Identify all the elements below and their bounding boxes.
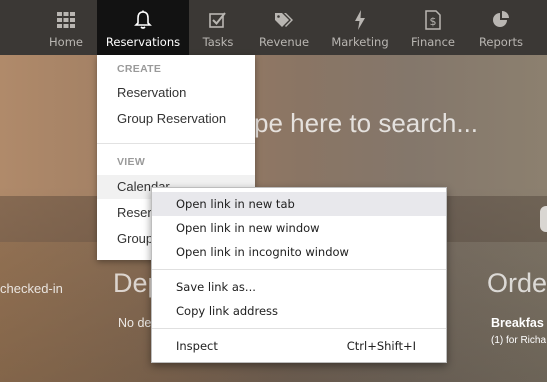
ctx-inspect-shortcut: Ctrl+Shift+I bbox=[346, 339, 416, 353]
nav-revenue-label: Revenue bbox=[258, 35, 310, 49]
nav-home[interactable]: Home bbox=[40, 0, 92, 55]
search-placeholder[interactable]: pe here to search... bbox=[254, 108, 478, 139]
top-navigation: Home Reservations Tasks Revenue Marketin… bbox=[0, 0, 547, 55]
tags-icon bbox=[274, 10, 294, 30]
no-departures-text: No de bbox=[118, 316, 152, 330]
nav-finance[interactable]: $ Finance bbox=[408, 0, 458, 55]
dollar-doc-icon: $ bbox=[425, 10, 441, 30]
ctx-divider bbox=[152, 328, 446, 329]
nav-tasks-label: Tasks bbox=[202, 35, 234, 49]
nav-finance-label: Finance bbox=[411, 35, 455, 49]
nav-home-label: Home bbox=[49, 35, 83, 49]
nav-revenue[interactable]: Revenue bbox=[256, 0, 312, 55]
checkbox-icon bbox=[209, 10, 227, 30]
ctx-copy-link-address[interactable]: Copy link address bbox=[152, 299, 446, 323]
svg-text:$: $ bbox=[430, 15, 437, 28]
nav-reservations[interactable]: Reservations bbox=[97, 0, 189, 55]
nav-reports[interactable]: Reports bbox=[476, 0, 526, 55]
pie-chart-icon bbox=[492, 10, 510, 30]
order-subtitle: (1) for Richa bbox=[491, 335, 547, 346]
context-menu: Open link in new tab Open link in new wi… bbox=[151, 187, 447, 363]
bolt-icon bbox=[354, 10, 366, 30]
dropdown-divider bbox=[97, 143, 255, 144]
orders-heading: Orde bbox=[487, 268, 547, 298]
menu-item-reservation[interactable]: Reservation bbox=[97, 81, 255, 105]
search-button[interactable] bbox=[540, 206, 547, 232]
ctx-open-new-tab[interactable]: Open link in new tab bbox=[152, 192, 446, 216]
order-title[interactable]: Breakfas bbox=[491, 316, 544, 330]
view-section-label: VIEW bbox=[117, 156, 146, 168]
grid-icon bbox=[57, 10, 75, 30]
bell-icon bbox=[134, 10, 152, 30]
ctx-inspect[interactable]: Inspect Ctrl+Shift+I bbox=[152, 334, 446, 358]
create-section-label: CREATE bbox=[117, 63, 162, 75]
ctx-inspect-label: Inspect bbox=[176, 339, 218, 353]
ctx-open-new-window[interactable]: Open link in new window bbox=[152, 216, 446, 240]
ctx-divider bbox=[152, 269, 446, 270]
menu-item-group-reservation[interactable]: Group Reservation bbox=[97, 107, 255, 131]
nav-tasks[interactable]: Tasks bbox=[196, 0, 240, 55]
nav-reservations-label: Reservations bbox=[105, 35, 181, 49]
ctx-open-incognito[interactable]: Open link in incognito window bbox=[152, 240, 446, 264]
nav-marketing-label: Marketing bbox=[331, 35, 389, 49]
nav-marketing[interactable]: Marketing bbox=[330, 0, 390, 55]
nav-reports-label: Reports bbox=[478, 35, 524, 49]
ctx-save-link-as[interactable]: Save link as... bbox=[152, 275, 446, 299]
checked-in-label: checked-in bbox=[0, 281, 63, 296]
